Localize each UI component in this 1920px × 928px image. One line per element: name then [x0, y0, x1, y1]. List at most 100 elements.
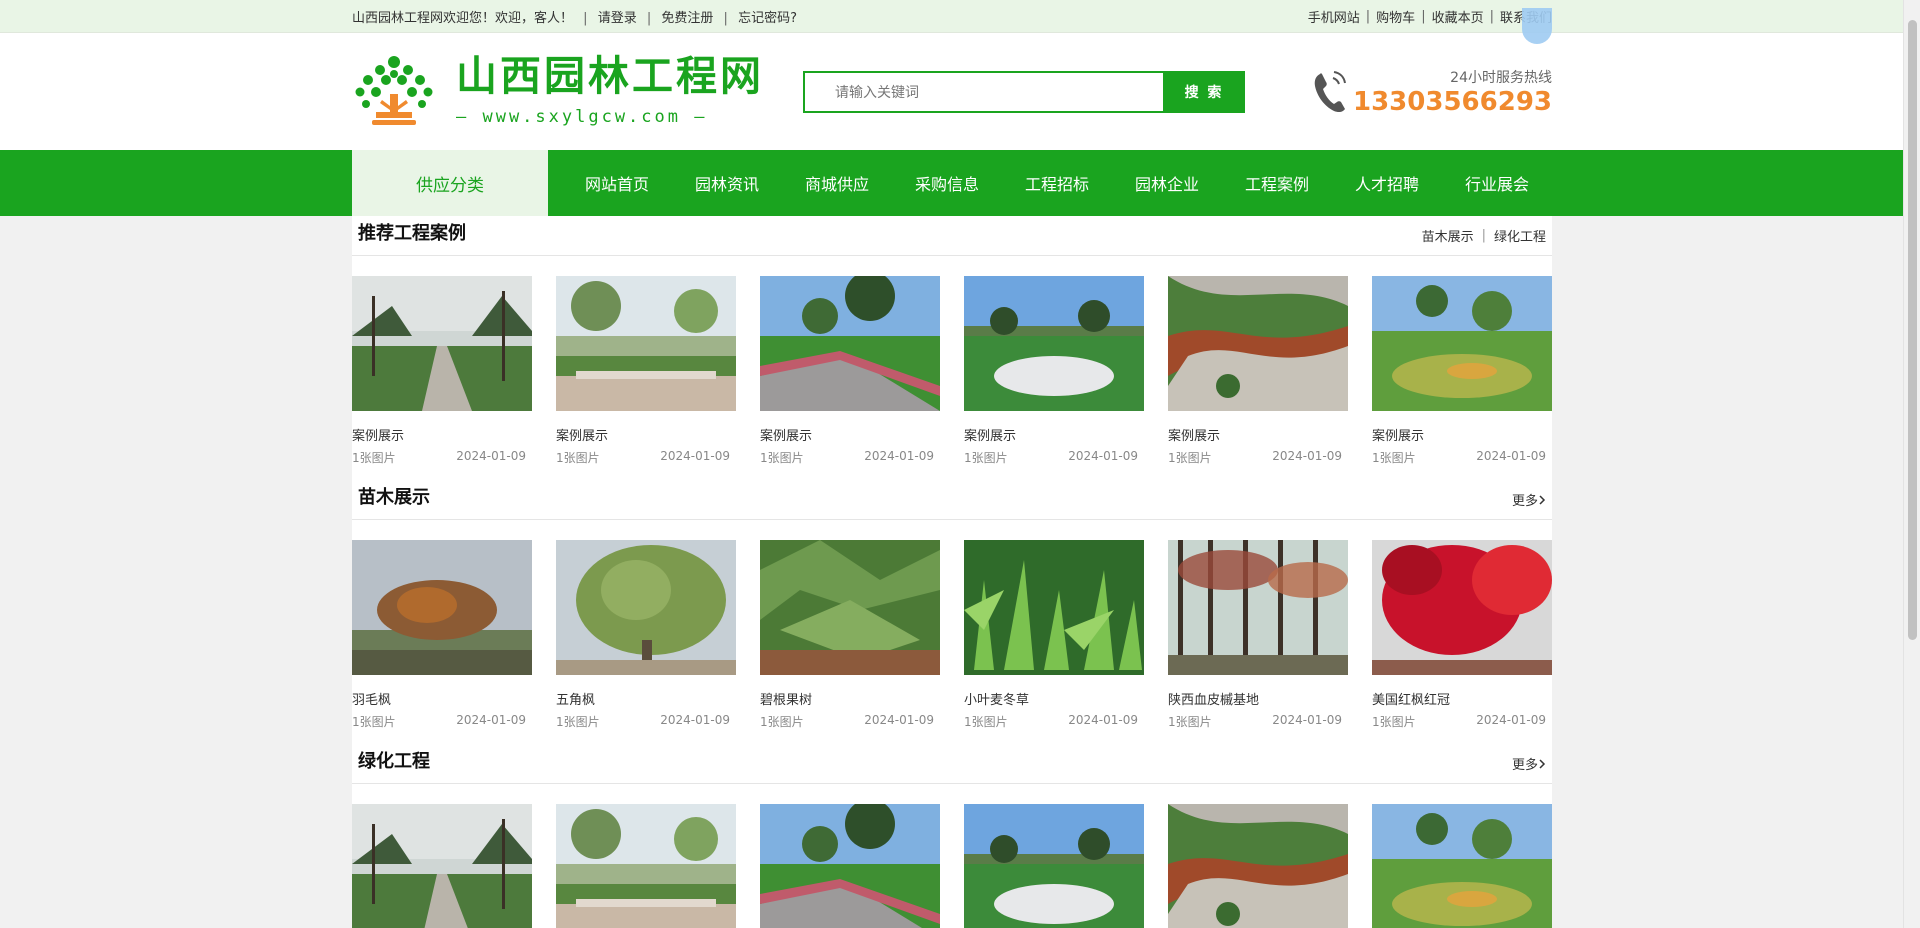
card-title[interactable]: 小叶麦冬草: [964, 689, 1144, 708]
card-thumbnail-image[interactable]: [556, 540, 736, 675]
card-date: 2024-01-09: [456, 713, 526, 727]
card-thumbnail-image[interactable]: [1372, 276, 1552, 411]
product-card[interactable]: [1168, 804, 1348, 928]
nav-item-cases[interactable]: 工程案例: [1222, 171, 1332, 195]
card-image-count: 1张图片: [760, 715, 804, 729]
welcome-text: 山西园林工程网欢迎您！欢迎，客人！: [352, 11, 574, 26]
product-card[interactable]: 案例展示 1张图片 2024-01-09: [760, 276, 940, 466]
nav-item-jobs[interactable]: 人才招聘: [1332, 171, 1442, 195]
forgot-password-link[interactable]: 忘记密码?: [738, 11, 797, 26]
card-title[interactable]: 案例展示: [1372, 425, 1552, 444]
login-link[interactable]: 请登录: [598, 11, 637, 26]
card-thumbnail-image[interactable]: [1168, 804, 1348, 928]
product-card[interactable]: 案例展示 1张图片 2024-01-09: [556, 276, 736, 466]
nav-item-purchase[interactable]: 采购信息: [892, 171, 1002, 195]
search-button[interactable]: 搜 索: [1163, 70, 1245, 113]
card-image-count: 1张图片: [964, 451, 1008, 465]
card-thumbnail-image[interactable]: [352, 276, 532, 411]
card-date: 2024-01-09: [660, 713, 730, 727]
bookmark-link[interactable]: 收藏本页: [1432, 7, 1484, 26]
greening-project-link[interactable]: 绿化工程: [1494, 226, 1546, 245]
card-thumbnail-image[interactable]: [556, 276, 736, 411]
product-card[interactable]: 案例展示 1张图片 2024-01-09: [1168, 276, 1348, 466]
card-thumbnail-image[interactable]: [1372, 540, 1552, 675]
main-content: 推荐工程案例 苗木展示 | 绿化工程 案例展示 1张图片 2024-01-09 …: [352, 216, 1552, 928]
chevron-right-icon: [1539, 494, 1546, 505]
card-image-count: 1张图片: [352, 451, 396, 465]
card-date: 2024-01-09: [864, 713, 934, 727]
card-thumbnail-image[interactable]: [964, 804, 1144, 928]
product-card[interactable]: 小叶麦冬草 1张图片 2024-01-09: [964, 540, 1144, 730]
logo-domain: — www.sxylgcw.com —: [456, 107, 708, 127]
more-link[interactable]: 更多: [1512, 490, 1546, 509]
product-card[interactable]: [352, 804, 532, 928]
card-title[interactable]: 五角枫: [556, 689, 736, 708]
card-date: 2024-01-09: [1272, 713, 1342, 727]
card-image-count: 1张图片: [1372, 715, 1416, 729]
product-card[interactable]: 案例展示 1张图片 2024-01-09: [1372, 276, 1552, 466]
section-title: 苗木展示: [358, 487, 430, 508]
card-title[interactable]: 案例展示: [760, 425, 940, 444]
card-title[interactable]: 案例展示: [964, 425, 1144, 444]
card-thumbnail-image[interactable]: [760, 276, 940, 411]
card-title[interactable]: 羽毛枫: [352, 689, 532, 708]
hotline-label: 24小时服务热线: [1450, 69, 1552, 86]
card-title[interactable]: 陕西血皮槭基地: [1168, 689, 1348, 708]
search-bar: 请输入关键词 搜 索: [803, 70, 1245, 113]
product-card[interactable]: [1372, 804, 1552, 928]
hotline: 24小时服务热线 13303566293: [1310, 67, 1552, 117]
card-image-count: 1张图片: [352, 715, 396, 729]
card-thumbnail-image[interactable]: [1168, 540, 1348, 675]
card-date: 2024-01-09: [864, 449, 934, 463]
product-card[interactable]: 美国红枫红冠 1张图片 2024-01-09: [1372, 540, 1552, 730]
product-card[interactable]: 五角枫 1张图片 2024-01-09: [556, 540, 736, 730]
nav-item-home[interactable]: 网站首页: [562, 171, 672, 195]
product-card[interactable]: [964, 804, 1144, 928]
product-card[interactable]: 羽毛枫 1张图片 2024-01-09: [352, 540, 532, 730]
card-thumbnail-image[interactable]: [760, 804, 940, 928]
card-thumbnail-image[interactable]: [1372, 804, 1552, 928]
product-card[interactable]: [556, 804, 736, 928]
nav-item-expo[interactable]: 行业展会: [1442, 171, 1552, 195]
header: 山西园林工程网 — www.sxylgcw.com — 请输入关键词 搜 索 2…: [0, 33, 1920, 150]
nav-item-bidding[interactable]: 工程招标: [1002, 171, 1112, 195]
register-link[interactable]: 免费注册: [661, 11, 713, 26]
logo-title: 山西园林工程网: [456, 52, 764, 100]
page-scrollbar[interactable]: [1903, 0, 1920, 928]
product-card[interactable]: 陕西血皮槭基地 1张图片 2024-01-09: [1168, 540, 1348, 730]
product-card[interactable]: 案例展示 1张图片 2024-01-09: [352, 276, 532, 466]
card-title[interactable]: 美国红枫红冠: [1372, 689, 1552, 708]
scrollbar-thumb[interactable]: [1908, 20, 1917, 640]
card-thumbnail-image[interactable]: [556, 804, 736, 928]
card-thumbnail-image[interactable]: [760, 540, 940, 675]
nav-item-companies[interactable]: 园林企业: [1112, 171, 1222, 195]
more-link[interactable]: 更多: [1512, 754, 1546, 773]
card-title[interactable]: 案例展示: [1168, 425, 1348, 444]
nav-item-news[interactable]: 园林资讯: [672, 171, 782, 195]
card-date: 2024-01-09: [1476, 449, 1546, 463]
product-card[interactable]: 碧根果树 1张图片 2024-01-09: [760, 540, 940, 730]
top-bar: 山西园林工程网欢迎您！欢迎，客人！ | 请登录 | 免费注册 | 忘记密码? 手…: [0, 0, 1920, 33]
section-greening: 绿化工程 更多: [352, 744, 1552, 928]
product-card[interactable]: [760, 804, 940, 928]
card-thumbnail-image[interactable]: [352, 540, 532, 675]
card-title[interactable]: 案例展示: [556, 425, 736, 444]
nav-item-mall[interactable]: 商城供应: [782, 171, 892, 195]
card-title[interactable]: 案例展示: [352, 425, 532, 444]
card-image-count: 1张图片: [964, 715, 1008, 729]
search-input[interactable]: 请输入关键词: [803, 70, 1163, 113]
site-logo[interactable]: 山西园林工程网 — www.sxylgcw.com —: [352, 54, 803, 130]
card-thumbnail-image[interactable]: [964, 540, 1144, 675]
card-date: 2024-01-09: [456, 449, 526, 463]
mobile-site-link[interactable]: 手机网站: [1308, 7, 1360, 26]
card-thumbnail-image[interactable]: [964, 276, 1144, 411]
seedling-display-link[interactable]: 苗木展示: [1422, 226, 1474, 245]
cart-link[interactable]: 购物车: [1376, 7, 1415, 26]
card-image-count: 1张图片: [1168, 451, 1212, 465]
card-title[interactable]: 碧根果树: [760, 689, 940, 708]
product-card[interactable]: 案例展示 1张图片 2024-01-09: [964, 276, 1144, 466]
supply-category-button[interactable]: 供应分类: [352, 150, 548, 216]
card-thumbnail-image[interactable]: [352, 804, 532, 928]
card-thumbnail-image[interactable]: [1168, 276, 1348, 411]
case-grid: 案例展示 1张图片 2024-01-09 案例展示 1张图片 2024-01-0…: [352, 256, 1552, 480]
